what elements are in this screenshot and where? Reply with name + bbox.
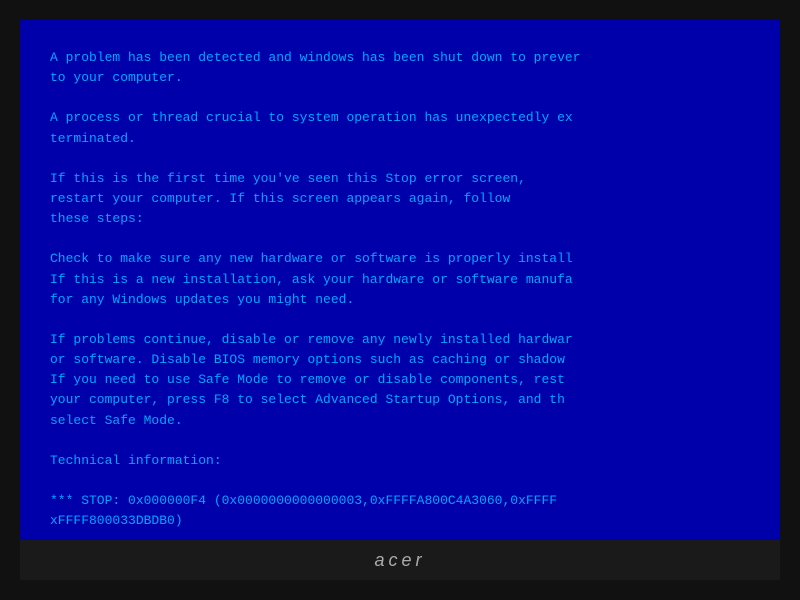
brand-bar: acer	[20, 540, 780, 580]
monitor: A problem has been detected and windows …	[0, 0, 800, 600]
bsod-screen: A problem has been detected and windows …	[20, 20, 780, 540]
bsod-content: A problem has been detected and windows …	[50, 48, 750, 540]
brand-label: acer	[374, 550, 425, 571]
